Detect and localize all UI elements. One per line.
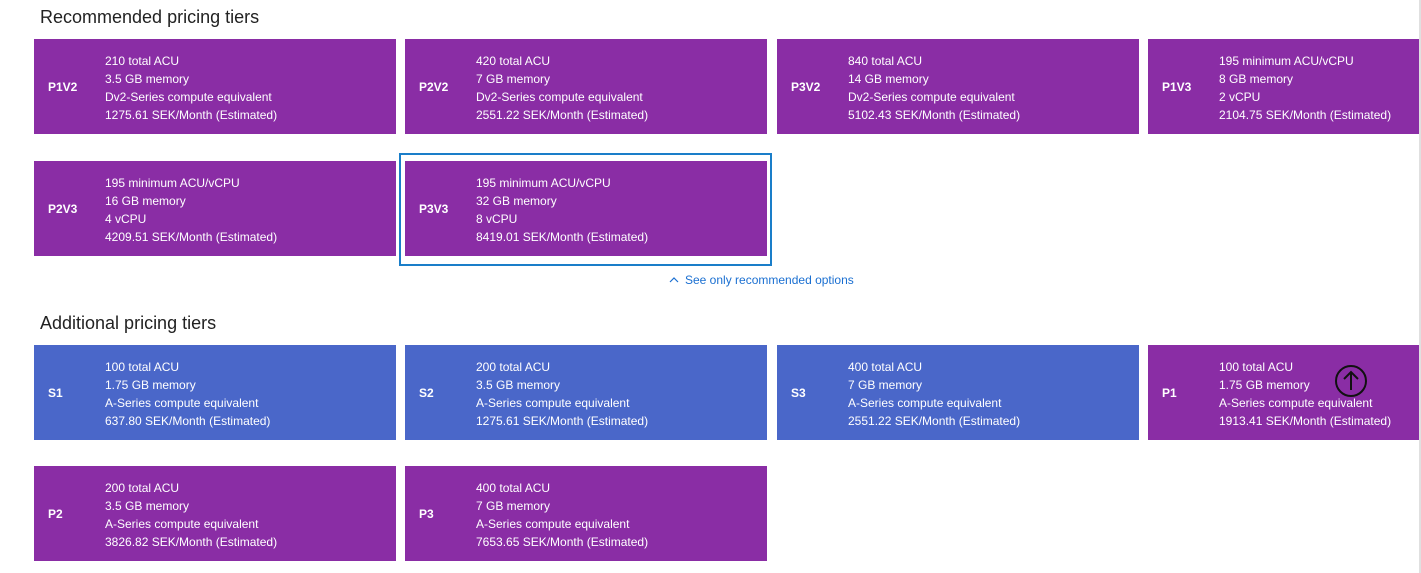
tier-code: P1 (1162, 385, 1177, 400)
tier-memory: 14 GB memory (848, 72, 929, 86)
tier-price: 5102.43 SEK/Month (Estimated) (848, 108, 1021, 122)
tier-details: 200 total ACU 3.5 GB memory A-Series com… (476, 358, 648, 430)
tier-price: 7653.65 SEK/Month (Estimated) (476, 535, 649, 549)
tier-code: P1V3 (1162, 79, 1192, 94)
tier-memory: 7 GB memory (476, 72, 551, 86)
tier-code: P2V3 (48, 201, 78, 216)
tier-card-p2v2[interactable]: P2V2 420 total ACU 7 GB memory Dv2-Serie… (405, 39, 767, 134)
tier-compute: Dv2-Series compute equivalent (476, 90, 643, 104)
tier-card-p1v2[interactable]: P1V2 210 total ACU 3.5 GB memory Dv2-Ser… (34, 39, 396, 134)
tier-price: 2104.75 SEK/Month (Estimated) (1219, 108, 1392, 122)
tier-card-p2v3[interactable]: P2V3 195 minimum ACU/vCPU 16 GB memory 4… (34, 161, 396, 256)
tier-card-s2[interactable]: S2 200 total ACU 3.5 GB memory A-Series … (405, 345, 767, 440)
tier-compute: A-Series compute equivalent (105, 517, 259, 531)
tier-acu: 100 total ACU (105, 360, 180, 374)
additional-section-title: Additional pricing tiers (40, 313, 217, 333)
tier-memory: 32 GB memory (476, 194, 557, 208)
tier-compute: A-Series compute equivalent (848, 396, 1002, 410)
tier-acu: 195 minimum ACU/vCPU (476, 176, 611, 190)
tier-details: 195 minimum ACU/vCPU 32 GB memory 8 vCPU… (476, 174, 648, 246)
tier-price: 8419.01 SEK/Month (Estimated) (476, 230, 649, 244)
tier-price: 4209.51 SEK/Month (Estimated) (105, 230, 278, 244)
tier-acu: 840 total ACU (848, 54, 923, 68)
tier-code: P2 (48, 506, 63, 521)
tier-acu: 200 total ACU (105, 481, 180, 495)
tier-code: S2 (419, 385, 434, 400)
tier-details: 200 total ACU 3.5 GB memory A-Series com… (105, 479, 277, 551)
tier-acu: 210 total ACU (105, 54, 180, 68)
tier-memory: 3.5 GB memory (476, 378, 561, 392)
tier-details: 210 total ACU 3.5 GB memory Dv2-Series c… (105, 52, 277, 124)
tier-memory: 3.5 GB memory (105, 499, 190, 513)
tier-acu: 200 total ACU (476, 360, 551, 374)
tier-price: 1913.41 SEK/Month (Estimated) (1219, 414, 1392, 428)
tier-details: 840 total ACU 14 GB memory Dv2-Series co… (848, 52, 1020, 124)
tier-card-p1v3[interactable]: P1V3 195 minimum ACU/vCPU 8 GB memory 2 … (1148, 39, 1419, 134)
tier-memory: 1.75 GB memory (105, 378, 196, 392)
see-only-recommended-link[interactable]: See only recommended options (669, 273, 854, 287)
tier-acu: 420 total ACU (476, 54, 551, 68)
tier-compute: A-Series compute equivalent (476, 396, 630, 410)
tier-code: P1V2 (48, 79, 78, 94)
tier-compute: Dv2-Series compute equivalent (105, 90, 272, 104)
tier-acu: 195 minimum ACU/vCPU (105, 176, 240, 190)
tier-price: 3826.82 SEK/Month (Estimated) (105, 535, 278, 549)
tier-code: S1 (48, 385, 63, 400)
tier-card-p3[interactable]: P3 400 total ACU 7 GB memory A-Series co… (405, 466, 767, 561)
tier-details: 195 minimum ACU/vCPU 16 GB memory 4 vCPU… (105, 174, 277, 246)
tier-details: 400 total ACU 7 GB memory A-Series compu… (476, 479, 648, 551)
tier-price: 2551.22 SEK/Month (Estimated) (848, 414, 1021, 428)
tier-compute: A-Series compute equivalent (476, 517, 630, 531)
tier-compute: 4 vCPU (105, 212, 147, 226)
tier-code: S3 (791, 385, 806, 400)
tier-details: 420 total ACU 7 GB memory Dv2-Series com… (476, 52, 648, 124)
tier-price: 2551.22 SEK/Month (Estimated) (476, 108, 649, 122)
recommended-section-title: Recommended pricing tiers (40, 7, 260, 27)
tier-code: P3V2 (791, 79, 821, 94)
tier-details: 195 minimum ACU/vCPU 8 GB memory 2 vCPU … (1219, 52, 1391, 124)
tier-code: P2V2 (419, 79, 449, 94)
tier-code: P3 (419, 506, 434, 521)
tier-memory: 7 GB memory (848, 378, 923, 392)
tier-compute: Dv2-Series compute equivalent (848, 90, 1015, 104)
tier-card-p2[interactable]: P2 200 total ACU 3.5 GB memory A-Series … (34, 466, 396, 561)
tier-compute: A-Series compute equivalent (105, 396, 259, 410)
tier-card-s1[interactable]: S1 100 total ACU 1.75 GB memory A-Series… (34, 345, 396, 440)
tier-memory: 7 GB memory (476, 499, 551, 513)
tier-compute: 2 vCPU (1219, 90, 1261, 104)
tier-card-s3[interactable]: S3 400 total ACU 7 GB memory A-Series co… (777, 345, 1139, 440)
tier-acu: 195 minimum ACU/vCPU (1219, 54, 1354, 68)
arrow-up-circle-icon[interactable] (1334, 364, 1368, 398)
tier-price: 637.80 SEK/Month (Estimated) (105, 414, 271, 428)
tier-price: 1275.61 SEK/Month (Estimated) (105, 108, 278, 122)
chevron-up-icon (669, 277, 679, 283)
tier-price: 1275.61 SEK/Month (Estimated) (476, 414, 649, 428)
tier-details: 400 total ACU 7 GB memory A-Series compu… (848, 358, 1020, 430)
tier-code: P3V3 (419, 201, 449, 216)
tier-acu: 400 total ACU (848, 360, 923, 374)
tier-card-p3v3[interactable]: P3V3 195 minimum ACU/vCPU 32 GB memory 8… (405, 161, 767, 256)
tier-acu: 400 total ACU (476, 481, 551, 495)
tier-card-p3v2[interactable]: P3V2 840 total ACU 14 GB memory Dv2-Seri… (777, 39, 1139, 134)
see-only-recommended-label: See only recommended options (685, 273, 854, 287)
tier-memory: 8 GB memory (1219, 72, 1294, 86)
tier-memory: 3.5 GB memory (105, 72, 190, 86)
tier-card-p1[interactable]: P1 100 total ACU 1.75 GB memory A-Series… (1148, 345, 1419, 440)
tier-memory: 16 GB memory (105, 194, 186, 208)
tier-compute: 8 vCPU (476, 212, 518, 226)
tier-details: 100 total ACU 1.75 GB memory A-Series co… (105, 358, 270, 430)
